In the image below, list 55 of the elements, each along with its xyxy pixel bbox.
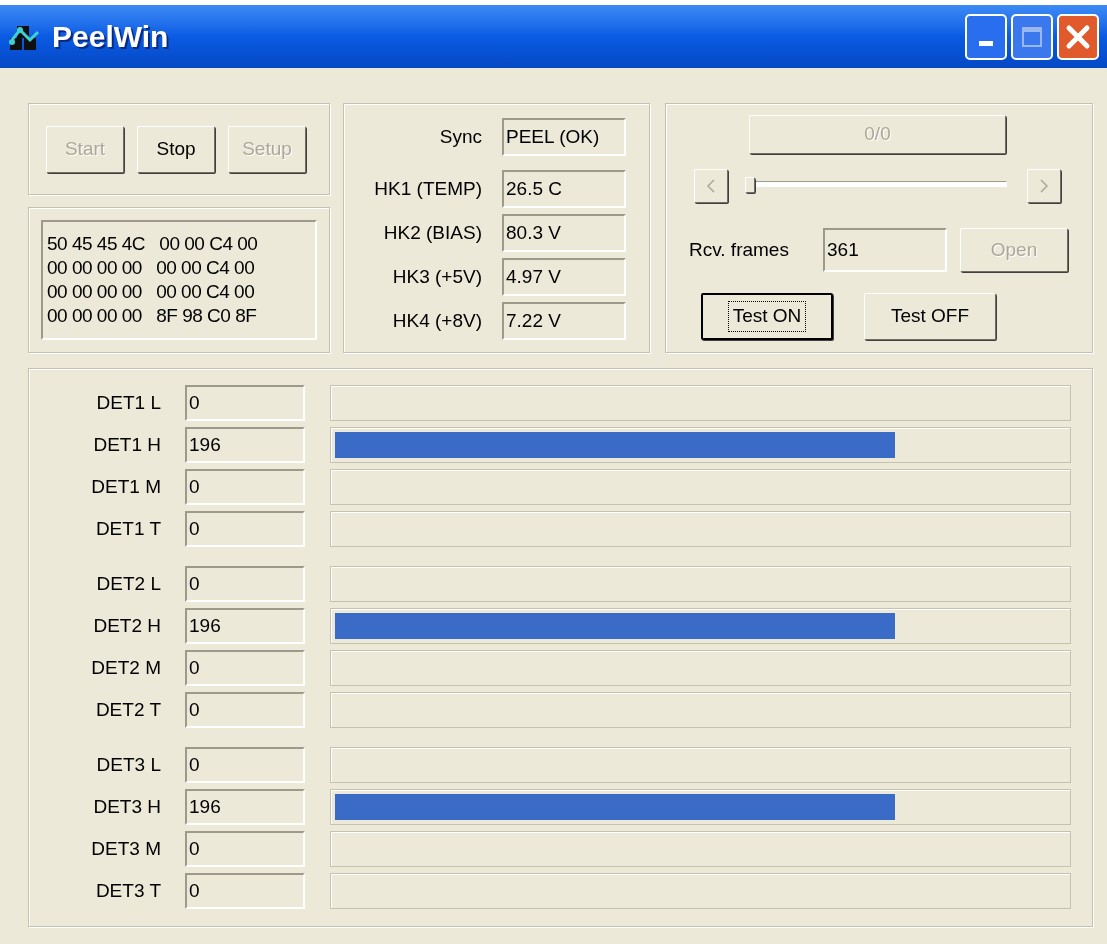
readout-field: 80.3 V xyxy=(502,214,626,252)
detector-label: DET2 H xyxy=(92,613,161,638)
close-icon xyxy=(1065,23,1091,50)
detector-label: DET3 H xyxy=(92,794,161,819)
field-label: HK1 (TEMP) xyxy=(373,176,482,201)
frames-field: 361 xyxy=(823,228,947,272)
count-field: 0 xyxy=(185,747,305,783)
hex-dump-line: 00 00 00 00 8F 98 C0 8F xyxy=(47,304,258,328)
hex-dump-line: 00 00 00 00 00 00 C4 00 xyxy=(47,280,256,304)
minimize-icon xyxy=(979,41,993,46)
detector-label: DET1 L xyxy=(95,390,161,415)
test-button[interactable]: Test OFF xyxy=(864,293,996,340)
readout-field: PEEL (OK) xyxy=(502,118,626,156)
field-label: Sync xyxy=(438,124,482,149)
slider-thumb[interactable] xyxy=(745,177,755,193)
readout-field: 26.5 C xyxy=(502,170,626,208)
hex-dump-line: 00 00 00 00 00 00 C4 00 xyxy=(47,256,256,280)
hex-dump-line: 50 45 45 4C 00 00 C4 00 xyxy=(47,232,259,256)
count-field: 196 xyxy=(185,427,305,463)
count-field: 0 xyxy=(185,650,305,686)
count-field: 0 xyxy=(185,831,305,867)
detector-label: DET2 M xyxy=(90,655,161,680)
minimize-button[interactable] xyxy=(965,13,1007,60)
chevron-left-icon xyxy=(705,178,717,194)
readout-field: 7.22 V xyxy=(502,302,626,340)
count-field: 0 xyxy=(185,692,305,728)
detector-label: DET1 M xyxy=(90,474,161,499)
scroll-right-button[interactable] xyxy=(1027,169,1061,203)
detector-label: DET2 L xyxy=(95,571,161,596)
detector-label: DET1 H xyxy=(92,432,161,457)
field-label: HK4 (+8V) xyxy=(391,308,482,333)
detector-label: DET3 L xyxy=(95,752,161,777)
count-field: 196 xyxy=(185,789,305,825)
field-label: Rcv. frames xyxy=(689,237,790,262)
count-field: 0 xyxy=(185,566,305,602)
count-field: 0 xyxy=(185,873,305,909)
detector-label: DET2 T xyxy=(94,697,161,722)
window-title: PeelWin xyxy=(52,19,169,55)
scroll-left-button[interactable] xyxy=(694,169,728,203)
readout-field: 4.97 V xyxy=(502,258,626,296)
count-field: 0 xyxy=(185,469,305,505)
close-button[interactable] xyxy=(1057,13,1099,60)
detector-label: DET3 M xyxy=(90,836,161,861)
count-field: 0 xyxy=(185,385,305,421)
count-field: 0 xyxy=(185,511,305,547)
maximize-icon xyxy=(1020,24,1044,49)
field-label: HK3 (+5V) xyxy=(391,264,482,289)
detector-label: DET3 T xyxy=(94,878,161,903)
detector-label: DET1 T xyxy=(94,516,161,541)
count-field: 196 xyxy=(185,608,305,644)
field-label: HK2 (BIAS) xyxy=(382,220,482,245)
command-button[interactable]: Stop xyxy=(137,125,215,173)
test-button[interactable]: Test ON xyxy=(701,293,833,340)
maximize-button[interactable] xyxy=(1011,13,1053,60)
chevron-right-icon xyxy=(1038,178,1050,194)
